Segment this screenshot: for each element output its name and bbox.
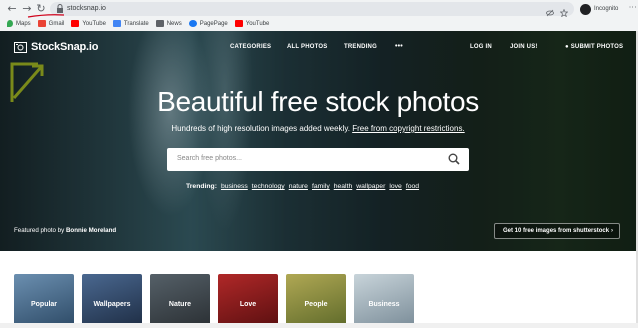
incognito-icon <box>580 3 591 15</box>
search-icon[interactable] <box>448 153 460 165</box>
incognito-label: Incognito <box>594 6 619 12</box>
bookmark-pagepage[interactable]: PagePage <box>188 20 228 27</box>
gmail-icon <box>37 20 46 27</box>
user-icon: ● <box>565 44 569 50</box>
site-logo[interactable]: StockSnap.io <box>14 41 98 53</box>
hero-section: StockSnap.io CATEGORIES ALL PHOTOS TREND… <box>0 31 636 251</box>
news-icon <box>155 20 164 27</box>
featured-credit: Featured photo by Bonnie Moreland <box>14 227 117 234</box>
category-card-popular[interactable]: Popular <box>14 274 74 328</box>
trending-tag[interactable]: health <box>334 183 353 190</box>
trending-tag[interactable]: business <box>221 183 248 190</box>
bookmark-youtube[interactable]: YouTube <box>71 20 106 27</box>
trending-tags: Trending: business technology nature fam… <box>186 183 419 190</box>
nav-more[interactable]: ••• <box>395 43 403 50</box>
translate-icon <box>112 20 121 27</box>
category-label: Popular <box>30 301 58 308</box>
trending-tag[interactable]: family <box>312 183 330 190</box>
nav-categories[interactable]: CATEGORIES <box>230 44 271 50</box>
category-label: Business <box>368 301 400 308</box>
address-bar[interactable]: stocksnap.io <box>50 2 574 18</box>
category-grid: Popular Wallpapers Nature Love People Bu… <box>14 274 414 328</box>
trending-label: Trending: <box>186 183 217 190</box>
eye-off-icon[interactable] <box>546 4 554 17</box>
search-box[interactable]: Search free photos... <box>167 148 469 171</box>
back-icon[interactable]: ← <box>6 3 18 15</box>
bookmark-gmail[interactable]: Gmail <box>37 20 64 27</box>
facebook-icon <box>188 20 197 27</box>
browser-toolbar: ← → ↻ stocksnap.io Incognito ⋮ Maps Gmai… <box>0 0 638 31</box>
star-icon[interactable] <box>559 4 569 18</box>
camera-logo-icon <box>14 41 27 53</box>
logo-text: StockSnap.io <box>31 41 99 53</box>
category-card-nature[interactable]: Nature <box>150 274 210 328</box>
category-label: People <box>304 301 328 308</box>
nav-all-photos[interactable]: ALL PHOTOS <box>287 44 327 50</box>
trending-tag[interactable]: food <box>406 183 419 190</box>
category-card-wallpapers[interactable]: Wallpapers <box>82 274 142 328</box>
trending-tag[interactable]: technology <box>252 183 285 190</box>
nav-trending[interactable]: TRENDING <box>344 44 377 50</box>
nav-submit-photos[interactable]: ● SUBMIT PHOTOS <box>565 44 623 50</box>
incognito-indicator[interactable]: Incognito <box>580 2 618 16</box>
trending-tag[interactable]: love <box>389 183 401 190</box>
search-input[interactable]: Search free photos... <box>177 155 242 162</box>
bookmark-translate[interactable]: Translate <box>112 20 149 27</box>
trending-tag[interactable]: wallpaper <box>356 183 385 190</box>
category-card-people[interactable]: People <box>286 274 346 328</box>
bookmark-maps[interactable]: Maps <box>7 20 31 27</box>
category-label: Nature <box>168 301 192 308</box>
category-label: Love <box>239 301 257 308</box>
chevron-right-icon: › <box>611 228 613 234</box>
category-card-love[interactable]: Love <box>218 274 278 328</box>
horizontal-scrollbar[interactable] <box>0 323 638 328</box>
category-label: Wallpapers <box>93 301 131 308</box>
shutterstock-button[interactable]: Get 10 free images from shutterstock › <box>494 223 620 239</box>
lock-icon <box>57 4 63 13</box>
bookmarks-bar: Maps Gmail YouTube Translate News PagePa… <box>0 17 269 30</box>
nav-login[interactable]: LOG IN <box>470 44 492 50</box>
hero-title: Beautiful free stock photos <box>157 86 479 117</box>
url-text[interactable]: stocksnap.io <box>67 3 106 15</box>
copyright-link[interactable]: Free from copyright restrictions. <box>352 124 464 133</box>
category-card-business[interactable]: Business <box>354 274 414 328</box>
bookmark-youtube-2[interactable]: YouTube <box>234 20 269 27</box>
maps-icon <box>7 20 13 27</box>
browser-menu-icon[interactable]: ⋮ <box>628 3 637 11</box>
youtube-icon <box>234 20 243 27</box>
trending-tag[interactable]: nature <box>289 183 308 190</box>
featured-author-link[interactable]: Bonnie Moreland <box>66 227 116 234</box>
youtube-icon <box>71 20 80 27</box>
nav-join[interactable]: JOIN US! <box>510 44 538 50</box>
hero-subtitle: Hundreds of high resolution images added… <box>171 124 465 133</box>
bookmark-news[interactable]: News <box>155 20 182 27</box>
